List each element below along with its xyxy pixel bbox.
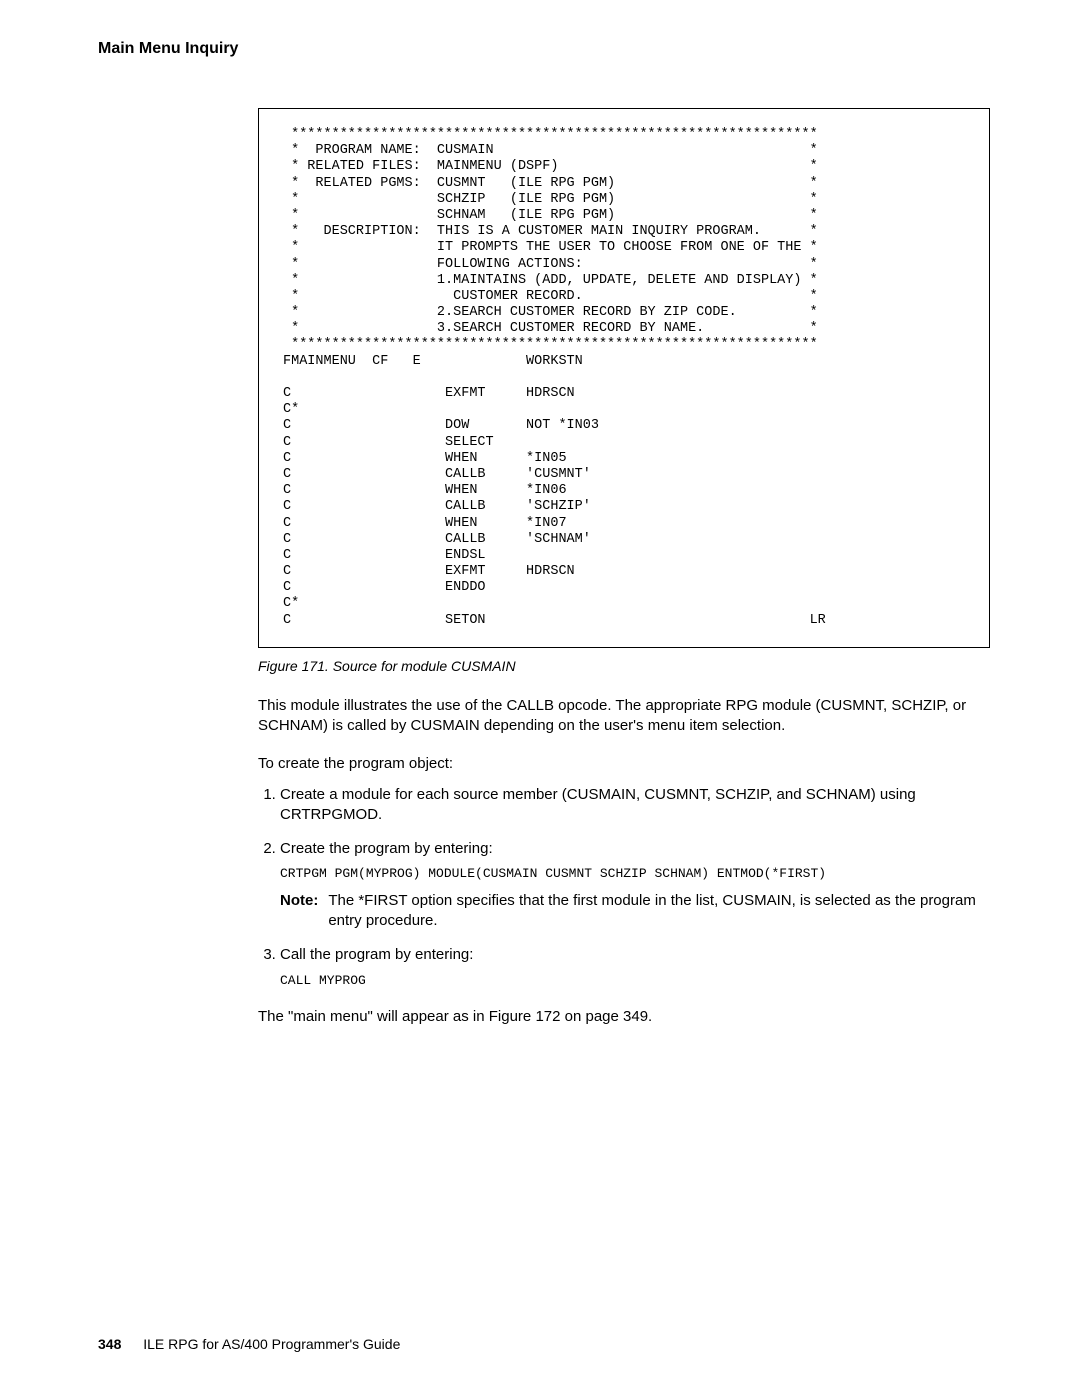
code-listing: ****************************************…: [283, 127, 965, 629]
figure-caption: Figure 171. Source for module CUSMAIN: [258, 658, 990, 674]
page-header-title: Main Menu Inquiry: [98, 40, 990, 58]
step-2-text: Create the program by entering:: [280, 840, 493, 857]
step-2-note: Note: The *FIRST option specifies that t…: [280, 891, 990, 932]
note-label: Note:: [280, 891, 318, 932]
page-footer: 348 ILE RPG for AS/400 Programmer's Guid…: [98, 1336, 400, 1352]
paragraph-intro: This module illustrates the use of the C…: [258, 696, 990, 737]
paragraph-outro: The "main menu" will appear as in Figure…: [258, 1007, 990, 1027]
step-2-command: CRTPGM PGM(MYPROG) MODULE(CUSMAIN CUSMNT…: [280, 865, 990, 883]
code-listing-box: ****************************************…: [258, 108, 990, 648]
step-3-text: Call the program by entering:: [280, 946, 473, 963]
paragraph-create-intro: To create the program object:: [258, 754, 990, 774]
step-2: Create the program by entering: CRTPGM P…: [280, 839, 990, 931]
ordered-steps: Create a module for each source member (…: [258, 785, 990, 990]
book-title: ILE RPG for AS/400 Programmer's Guide: [143, 1336, 400, 1352]
note-text: The *FIRST option specifies that the fir…: [328, 891, 990, 932]
step-1: Create a module for each source member (…: [280, 785, 990, 826]
step-3: Call the program by entering: CALL MYPRO…: [280, 945, 990, 989]
step-1-text: Create a module for each source member (…: [280, 786, 916, 823]
page-number: 348: [98, 1336, 121, 1352]
step-3-command: CALL MYPROG: [280, 972, 990, 990]
